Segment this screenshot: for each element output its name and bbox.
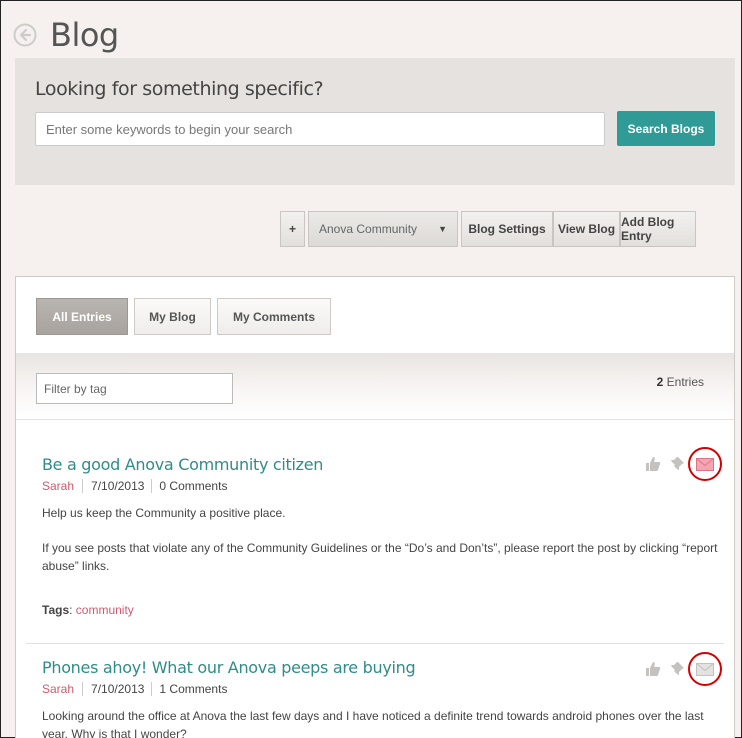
blog-entry: Be a good Anova Community citizen Sarah … (42, 447, 722, 617)
entry-paragraph: Looking around the office at Anova the l… (42, 709, 704, 738)
entry-count-number: 2 (656, 375, 664, 389)
tags-label: Tags (42, 603, 70, 617)
entry-paragraph: If you see posts that violate any of the… (42, 541, 718, 573)
search-heading: Looking for something specific? (35, 78, 324, 100)
entries-panel: All Entries My Blog My Comments 2 Entrie… (15, 276, 735, 738)
entry-meta: Sarah 7/10/2013 0 Comments (42, 479, 722, 493)
mail-icon[interactable] (696, 660, 714, 678)
entry-count-label: Entries (666, 375, 704, 389)
community-select[interactable]: Anova Community ▼ (308, 211, 458, 247)
entry-actions (638, 447, 722, 481)
pin-icon[interactable] (668, 660, 686, 678)
entry-date: 7/10/2013 (82, 682, 151, 696)
entry-divider (26, 643, 724, 644)
add-button[interactable]: + (280, 211, 305, 247)
entry-comments-link[interactable]: 0 Comments (151, 479, 227, 493)
page-header: Blog (13, 15, 119, 55)
blog-entry: Phones ahoy! What our Anova peeps are bu… (42, 652, 722, 738)
chevron-down-icon: ▼ (438, 224, 447, 234)
blog-settings-button[interactable]: Blog Settings (461, 211, 553, 247)
entry-author-link[interactable]: Sarah (42, 682, 82, 696)
page-title: Blog (50, 16, 119, 54)
thumbs-up-icon[interactable] (644, 455, 662, 473)
entry-body: Help us keep the Community a positive pl… (42, 504, 722, 575)
mail-icon[interactable] (696, 455, 714, 473)
entry-tabs: All Entries My Blog My Comments (36, 298, 337, 335)
entry-paragraph: Help us keep the Community a positive pl… (42, 506, 286, 520)
entry-tags: Tags: community (42, 603, 134, 617)
search-panel: Looking for something specific? Search B… (15, 58, 735, 185)
tab-all-entries[interactable]: All Entries (36, 298, 128, 335)
back-arrow-icon[interactable] (13, 23, 37, 47)
add-blog-entry-button[interactable]: Add Blog Entry (620, 211, 696, 247)
thumbs-up-icon[interactable] (644, 660, 662, 678)
tab-my-comments[interactable]: My Comments (217, 298, 331, 335)
entry-title-link[interactable]: Phones ahoy! What our Anova peeps are bu… (42, 658, 722, 677)
report-abuse-highlight (688, 652, 722, 686)
entry-actions (638, 652, 722, 686)
pin-icon[interactable] (668, 455, 686, 473)
tab-my-blog[interactable]: My Blog (134, 298, 211, 335)
search-blogs-button[interactable]: Search Blogs (617, 111, 715, 146)
entry-author-link[interactable]: Sarah (42, 479, 82, 493)
entry-body: Looking around the office at Anova the l… (42, 707, 722, 738)
entry-title-link[interactable]: Be a good Anova Community citizen (42, 455, 722, 474)
report-abuse-highlight (688, 447, 722, 481)
entry-comments-link[interactable]: 1 Comments (151, 682, 227, 696)
entry-date: 7/10/2013 (82, 479, 151, 493)
entry-meta: Sarah 7/10/2013 1 Comments (42, 682, 722, 696)
search-input[interactable] (35, 112, 605, 146)
community-select-value: Anova Community (319, 222, 418, 236)
view-blog-button[interactable]: View Blog (553, 211, 620, 247)
tag-link[interactable]: community (76, 603, 134, 617)
tag-filter-input[interactable] (36, 373, 233, 404)
filter-bar: 2 Entries (16, 353, 734, 420)
entry-count: 2 Entries (657, 375, 704, 389)
blog-toolbar: + Anova Community ▼ Blog Settings View B… (280, 211, 696, 247)
